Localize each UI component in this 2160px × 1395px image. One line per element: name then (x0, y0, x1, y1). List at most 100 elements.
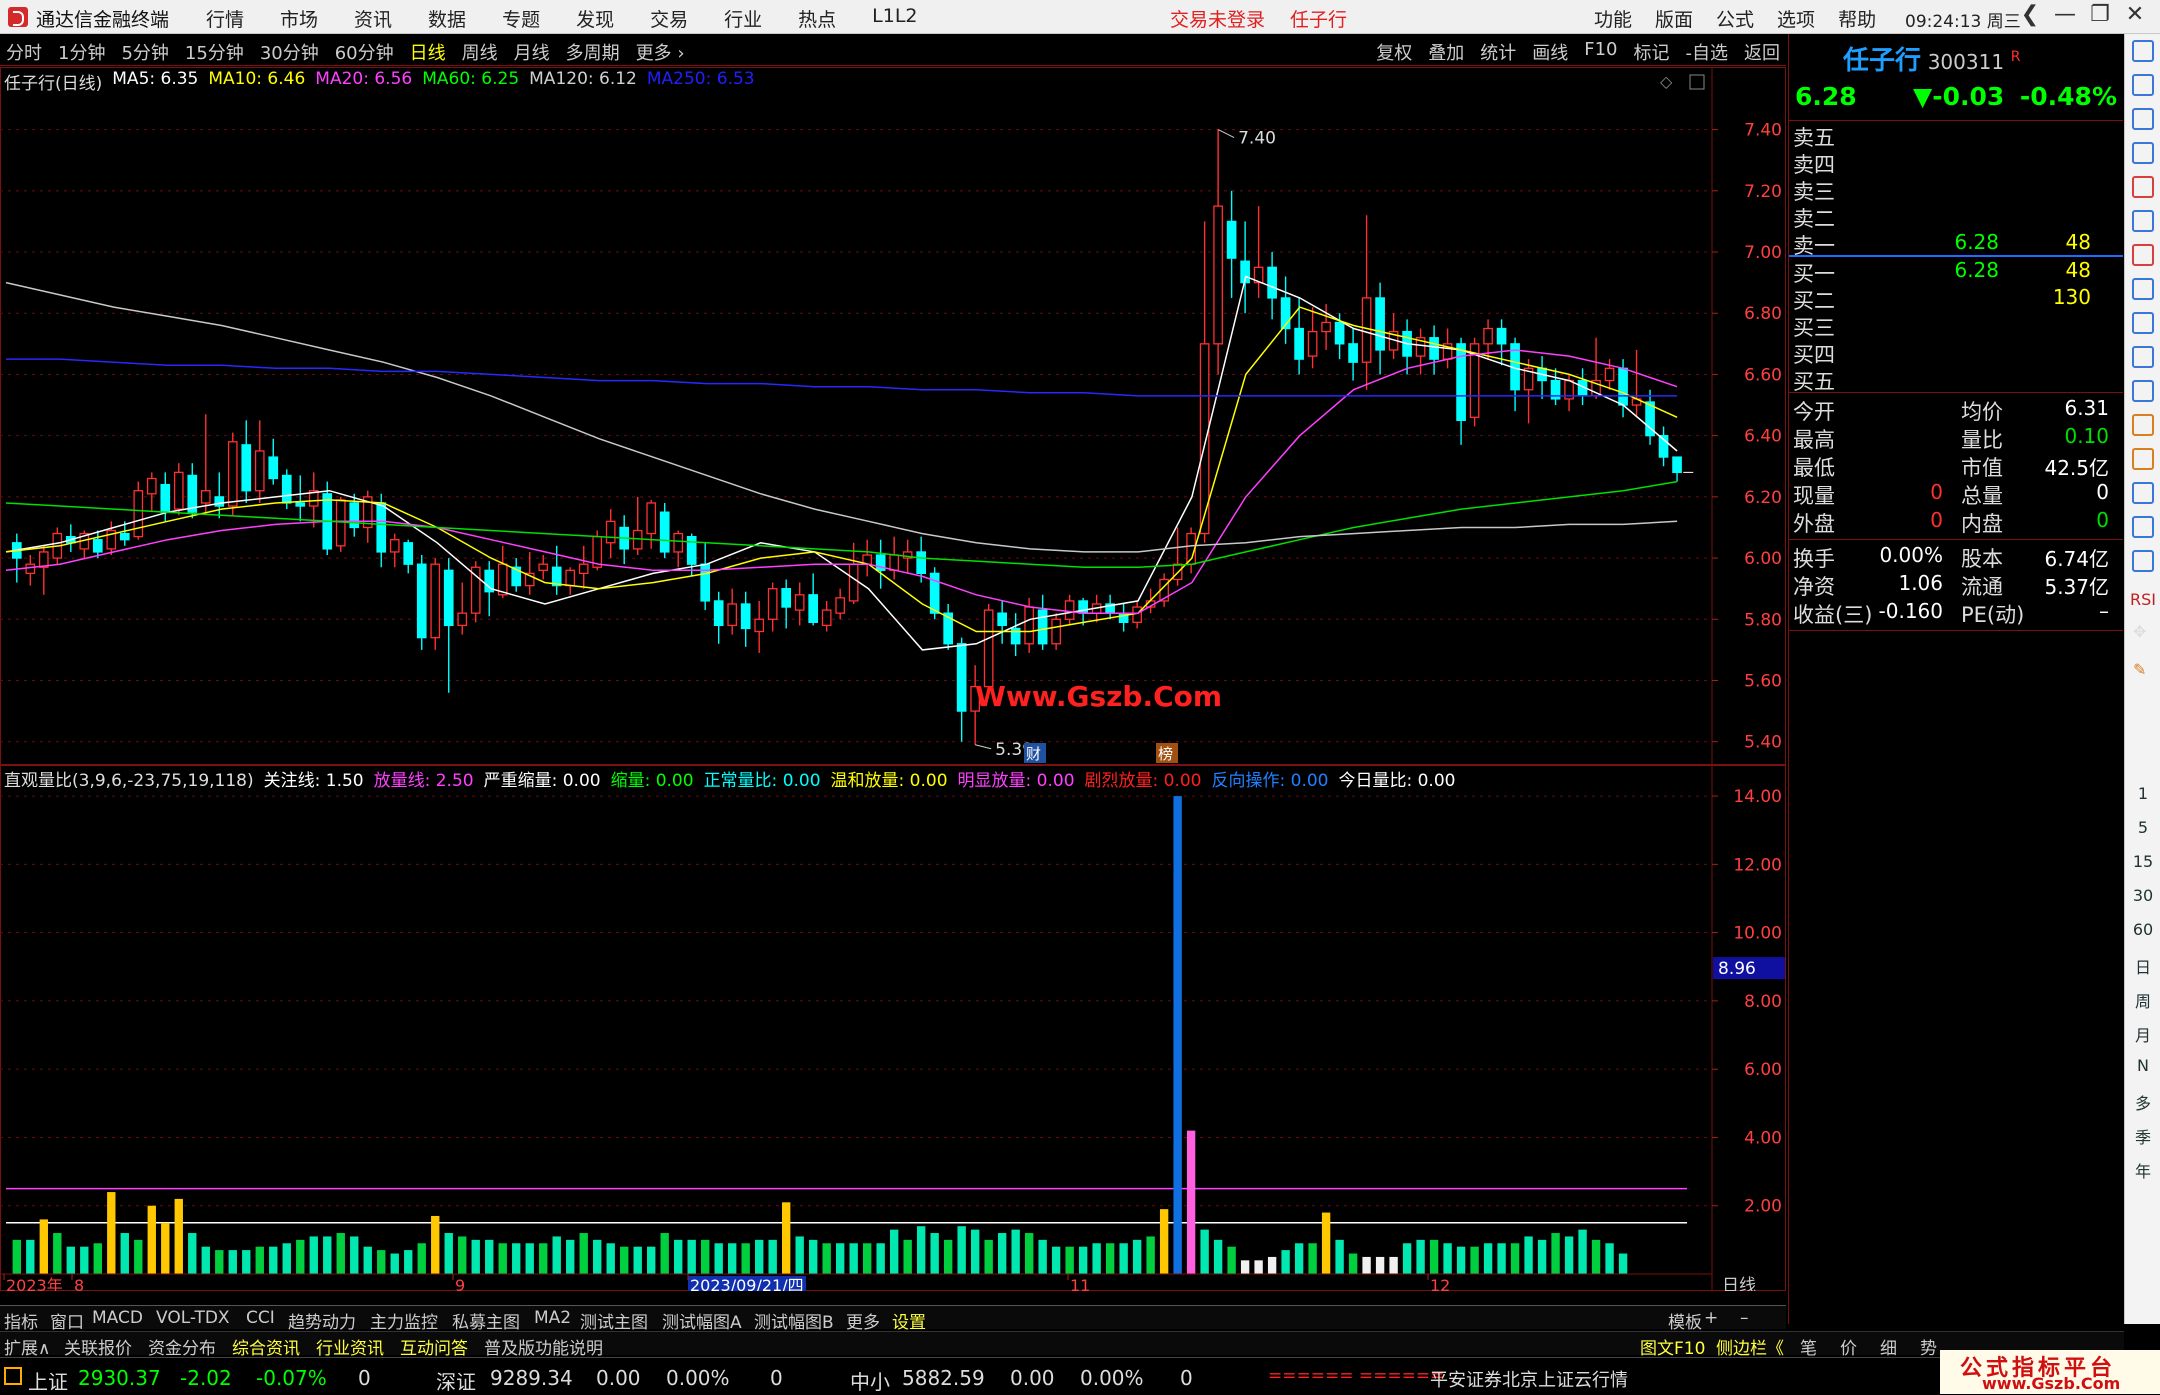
panel-tab[interactable]: 图文F10 (1640, 1334, 1705, 1359)
side-period-8[interactable]: 月 (2125, 1022, 2160, 1046)
side-period-0[interactable]: RSI (2125, 590, 2160, 609)
tab-weekly[interactable]: 周线 (462, 39, 498, 65)
info-tab[interactable]: 综合资讯 (232, 1334, 300, 1359)
tab-30min[interactable]: 30分钟 (260, 39, 319, 65)
overlay-button[interactable]: 叠加 (1428, 39, 1464, 65)
menu-formula[interactable]: 公式 (1716, 5, 1754, 32)
menu-topics[interactable]: 专题 (502, 5, 540, 32)
tab-daily[interactable]: 日线 (410, 39, 446, 65)
tool-icon[interactable] (2132, 346, 2154, 368)
side-period-3[interactable]: 15 (2125, 852, 2160, 871)
tool-icon[interactable] (2132, 40, 2154, 62)
indicator-tab[interactable]: MA2 (534, 1308, 571, 1328)
tool-icon[interactable] (2132, 550, 2154, 572)
info-tab[interactable]: 互动问答 (400, 1334, 468, 1359)
tool-icon[interactable] (2132, 108, 2154, 130)
indicator-tab[interactable]: 测试幅图A (662, 1308, 742, 1333)
menu-function[interactable]: 功能 (1594, 5, 1632, 32)
indicator-tab[interactable]: 测试主图 (580, 1308, 648, 1333)
event-tag-finance[interactable]: 财 (1024, 743, 1046, 763)
indicator-tab[interactable]: 趋势动力 (288, 1308, 356, 1333)
draw-button[interactable]: 画线 (1532, 39, 1568, 65)
collapse-pane-icon[interactable] (1689, 74, 1705, 90)
indicator-tab[interactable]: 窗口 (50, 1308, 84, 1333)
panel-tab[interactable]: 价 (1840, 1334, 1857, 1359)
side-period-2[interactable]: 5 (2125, 818, 2160, 837)
indicator-tab[interactable]: VOL-TDX (156, 1308, 230, 1328)
tool-icon[interactable] (2132, 414, 2154, 436)
menu-l1l2[interactable]: L1L2 (872, 5, 917, 32)
panel-tab[interactable]: 笔 (1800, 1334, 1817, 1359)
menu-discover[interactable]: 发现 (576, 5, 614, 32)
stats-button[interactable]: 统计 (1480, 39, 1516, 65)
panel-tab[interactable]: 细 (1880, 1334, 1897, 1359)
side-period-12[interactable]: 年 (2125, 1158, 2160, 1182)
tool-icon[interactable] (2132, 142, 2154, 164)
menu-help[interactable]: 帮助 (1838, 5, 1876, 32)
menu-news[interactable]: 资讯 (354, 5, 392, 32)
f10-button[interactable]: F10 (1584, 39, 1617, 65)
restore-button[interactable]: ❐ (2085, 2, 2115, 27)
tab-more[interactable]: 更多 › (636, 39, 685, 65)
close-button[interactable]: ✕ (2120, 2, 2150, 27)
indicator-tab[interactable]: 主力监控 (370, 1308, 438, 1333)
indicator-tab[interactable]: 测试幅图B (754, 1308, 834, 1333)
side-period-9[interactable]: N (2125, 1056, 2160, 1075)
server-name[interactable]: 平安证券北京上证云行情 (1430, 1366, 1628, 1392)
adjust-button[interactable]: 复权 (1376, 39, 1412, 65)
buy-level-price[interactable]: 6.28 (1909, 258, 1999, 282)
tab-60min[interactable]: 60分钟 (335, 39, 394, 65)
tool-icon[interactable] (2132, 312, 2154, 334)
sz-label[interactable]: 深证 (436, 1366, 476, 1395)
side-period-6[interactable]: 日 (2125, 954, 2160, 978)
menu-industry[interactable]: 行业 (724, 5, 762, 32)
menu-trade[interactable]: 交易 (650, 5, 688, 32)
sh-label[interactable]: 上证 (28, 1366, 68, 1395)
zx-label[interactable]: 中小 (850, 1366, 890, 1395)
menu-quotes[interactable]: 行情 (206, 5, 244, 32)
remove-watchlist-button[interactable]: -自选 (1686, 39, 1729, 65)
tab-multi-period[interactable]: 多周期 (566, 39, 620, 65)
minimize-button[interactable]: — (2050, 2, 2080, 27)
side-period-7[interactable]: 周 (2125, 988, 2160, 1012)
mark-button[interactable]: 标记 (1634, 39, 1670, 65)
indicator-tab[interactable]: 设置 (892, 1308, 926, 1333)
indicator-tab[interactable]: 私募主图 (452, 1308, 520, 1333)
diamond-icon[interactable]: ◇ (1660, 72, 1673, 91)
pencil-icon[interactable]: ✎ (2133, 660, 2153, 680)
tool-icon[interactable] (2132, 244, 2154, 266)
menu-data[interactable]: 数据 (428, 5, 466, 32)
template-control[interactable]: 模板 (1668, 1308, 1702, 1333)
indicator-tab[interactable]: MACD (92, 1308, 143, 1328)
move-icon[interactable]: ✥ (2133, 622, 2153, 642)
tab-monthly[interactable]: 月线 (514, 39, 550, 65)
info-tab[interactable]: 行业资讯 (316, 1334, 384, 1359)
template-control[interactable]: + (1704, 1308, 1718, 1328)
side-period-5[interactable]: 60 (2125, 920, 2160, 939)
info-tab[interactable]: 资金分布 (148, 1334, 216, 1359)
info-tab[interactable]: 普及版功能说明 (484, 1334, 603, 1359)
tool-icon[interactable] (2132, 516, 2154, 538)
tool-icon[interactable] (2132, 482, 2154, 504)
menu-hot[interactable]: 热点 (798, 5, 836, 32)
chart-area[interactable]: 7.40 7.20 7.00 6.80 6.60 6.40 6.20 6.00 5.80 5.60… (0, 67, 1786, 1291)
tool-icon[interactable] (2132, 210, 2154, 232)
kline-chart[interactable]: 7.40 7.20 7.00 6.80 6.60 6.40 6.20 6.00 5.80 5.60… (0, 67, 1786, 1291)
trade-login-notice[interactable]: 交易未登录 (1170, 5, 1265, 32)
tool-icon[interactable] (2132, 448, 2154, 470)
tab-15min[interactable]: 15分钟 (185, 39, 244, 65)
sell-level-price[interactable]: 6.28 (1909, 230, 1999, 254)
menu-options[interactable]: 选项 (1777, 5, 1815, 32)
tool-icon[interactable] (2132, 380, 2154, 402)
tab-5min[interactable]: 5分钟 (121, 39, 168, 65)
event-tag-rank[interactable]: 榜 (1156, 743, 1178, 763)
info-tab[interactable]: 扩展∧ (4, 1334, 50, 1359)
indicator-tab[interactable]: 更多 (846, 1308, 880, 1333)
info-tab[interactable]: 关联报价 (64, 1334, 132, 1359)
template-control[interactable]: – (1740, 1308, 1749, 1328)
indicator-tab[interactable]: 指标 (4, 1308, 38, 1333)
tab-1min[interactable]: 1分钟 (58, 39, 105, 65)
panel-tab[interactable]: 势 (1920, 1334, 1937, 1359)
back-icon[interactable]: ❮ (2015, 2, 2045, 27)
tab-intraday[interactable]: 分时 (6, 39, 42, 65)
